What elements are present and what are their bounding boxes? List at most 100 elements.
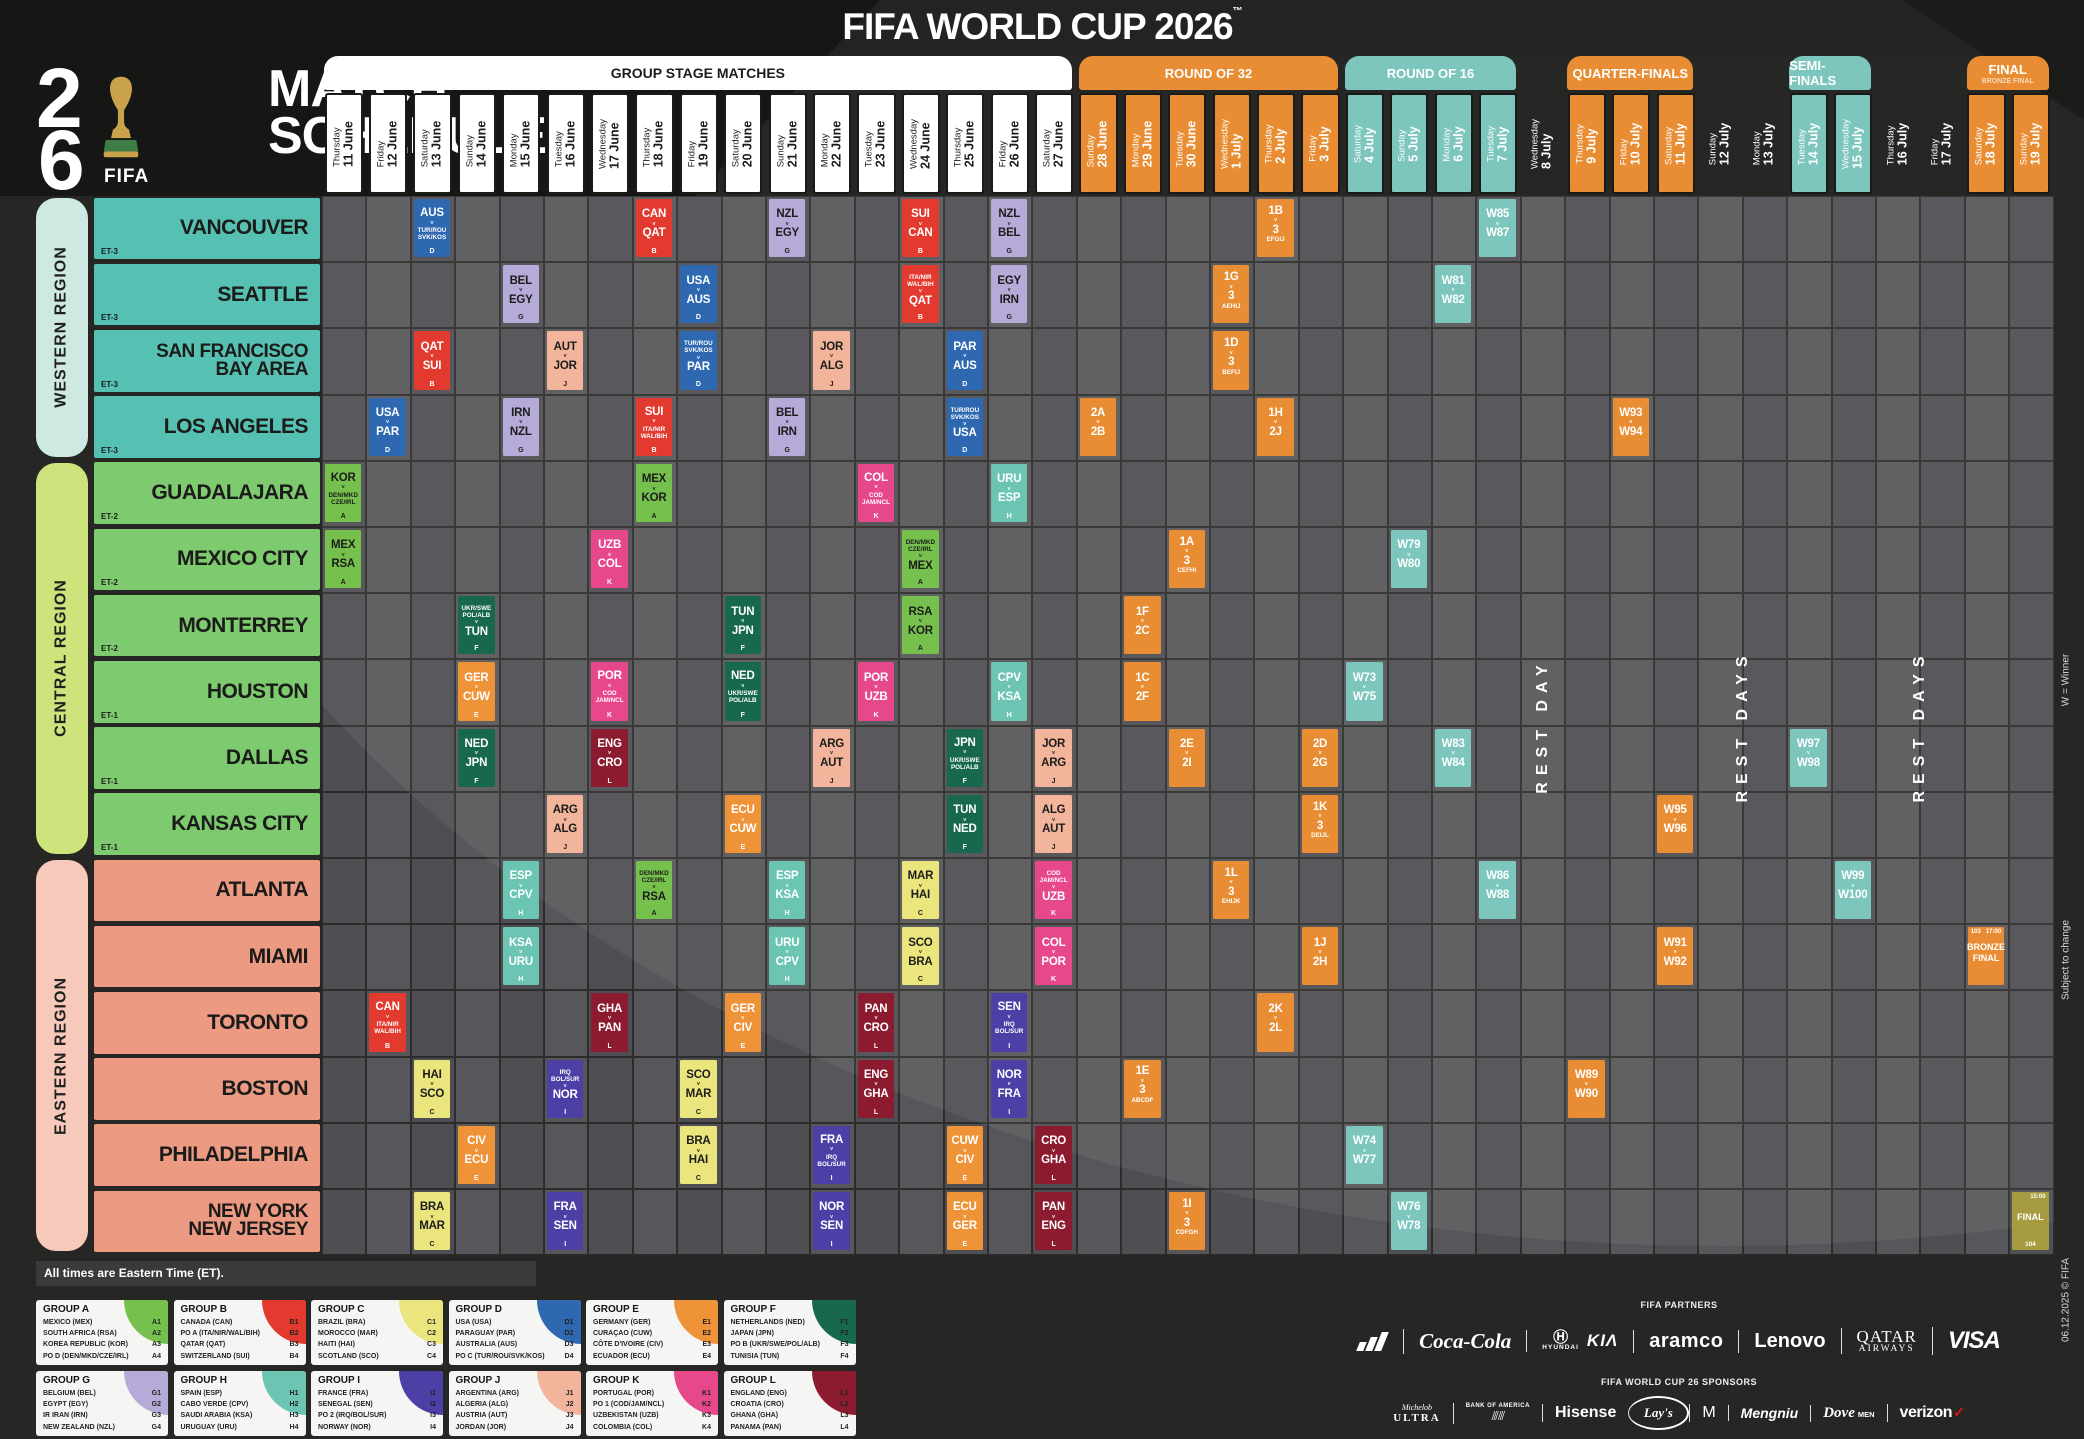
legend-team-row: EGYPT (EGY)G2 [43,1399,161,1410]
legend-team-row: PO D (DEN/MKD/CZE/IRL)A4 [43,1351,161,1362]
legend-team-row: MOROCCO (MAR)C2 [318,1328,436,1339]
match-cell-seattle-15-June: BELvEGYG [503,265,539,323]
et-offset-label: ET-1 [101,843,118,852]
city-label-toronto: TORONTO [94,992,320,1054]
legend-team-row: ARGENTINA (ARG)J1 [456,1388,574,1399]
legend-team-row: ALGERIA (ALG)J2 [456,1399,574,1410]
date-header-30-june: Tuesday30 June [1168,93,1206,194]
region-pill-eastern: EASTERN REGION [36,860,88,1251]
qatar-airways-logo: QATARAIRWAYS [1841,1328,1932,1355]
city-label-dallas: DALLASET-1 [94,727,320,789]
legend-team-row: QATAR (QAT)B3 [181,1339,299,1350]
city-label-seattle: SEATTLEET-3 [94,264,320,326]
legend-team-row: GHANA (GHA)L3 [731,1410,849,1421]
date-header-21-june: Sunday21 June [769,93,807,194]
lenovo-logo: Lenovo [1738,1330,1840,1353]
date-header-8-july: Wednesday8 July [1523,93,1561,194]
match-cell-mexico-city-24-June: DEN/MKDCZE/IRLvMEXA [902,530,938,588]
match-cell-boston-29-June: 1Ev3ABCDF [1124,1060,1160,1118]
match-cell-kansas-city-27-June: ALGvAUTJ [1035,795,1071,853]
date-header-25-june: Thursday25 June [946,93,984,194]
logo-fifa-text: FIFA [104,166,149,188]
note-winner: W = Winner [2061,654,2072,707]
legend-team-row: PARAGUAY (PAR)D2 [456,1328,574,1339]
hyundai-kia-logo: ⒽHYUNDAIKIΛ [1526,1330,1633,1352]
match-cell-guadalajara-18-June: MEXvKORA [636,464,672,522]
legend-team-row: USA (USA)D1 [456,1317,574,1328]
match-cell-houston-26-June: CPVvKSAH [991,662,1027,720]
legend-card-group-i: GROUP IFRANCE (FRA)I1SENEGAL (SEN)I2PO 2… [311,1371,443,1436]
date-header-11-july: Saturday11 July [1657,93,1695,194]
match-cell-toronto-12-June: CANvITA/NIRWAL/BIHB [369,993,405,1051]
match-cell-atlanta-27-June: CODJAM/NCLvUZBK [1035,861,1071,919]
date-header-13-july: Monday13 July [1745,93,1783,194]
match-cell-toronto-2-July: 2Kv2L [1257,993,1293,1051]
bank-of-america-logo: BANK OF AMERICA⫻⫻ [1453,1403,1542,1424]
legend-team-row: JORDAN (JOR)J4 [456,1422,574,1433]
match-cell-new-york-new-jersey-13-June: BRAvMARC [414,1192,450,1250]
match-cell-toronto-23-June: PANvCROL [858,993,894,1051]
match-cell-philadelphia-22-June: FRAvIRQBOL/SURI [813,1126,849,1184]
legend-team-row: CROATIA (CRO)L2 [731,1399,849,1410]
legend-card-group-l: GROUP LENGLAND (ENG)L1CROATIA (CRO)L2GHA… [724,1371,856,1436]
legend-team-row: FRANCE (FRA)I1 [318,1388,436,1399]
match-cell-new-york-new-jersey-16-June: FRAvSENI [547,1192,583,1250]
city-label-new-york-new-jersey: NEW YORKNEW JERSEY [94,1191,320,1253]
match-cell-atlanta-21-June: ESPvKSAH [769,861,805,919]
legend-card-group-k: GROUP KPORTUGAL (POR)K1PO 1 (COD/JAM/NCL… [586,1371,718,1436]
legend-team-row: BRAZIL (BRA)C1 [318,1317,436,1328]
legend-team-row: HAITI (HAI)C3 [318,1339,436,1350]
date-header-27-june: Saturday27 June [1035,93,1073,194]
match-cell-toronto-17-June: GHAvPANL [591,993,627,1051]
city-label-vancouver: VANCOUVERET-3 [94,198,320,260]
legend-team-row: GERMANY (GER)E1 [593,1317,711,1328]
legend-team-row: PO B (UKR/SWE/POL/ALB)F3 [731,1339,849,1350]
phase-band-sf: SEMI-FINALS [1789,56,1871,90]
match-cell-toronto-26-June: SENvIRQBOL/SURI [991,993,1027,1051]
match-cell-new-york-new-jersey-30-June: 1Iv3CDFGH [1169,1192,1205,1250]
match-cell-san-francisco-bay-area-22-June: JORvALGJ [813,331,849,389]
date-header-20-june: Saturday20 June [724,93,762,194]
lays-logo: Lay's [1628,1396,1689,1430]
legend-team-row: JAPAN (JPN)F2 [731,1328,849,1339]
match-schedule-poster: { "header": {"title": "FIFA WORLD CUP 20… [0,0,2084,1439]
match-cell-mexico-city-30-June: 1Av3CEFHI [1169,530,1205,588]
match-cell-philadelphia-27-June: CROvGHAL [1035,1126,1071,1184]
match-cell-dallas-17-June: ENGvCROL [591,729,627,787]
rest-label: REST DAY [1534,658,1552,793]
match-cell-los-angeles-2-July: 1Hv2J [1257,398,1293,456]
match-cell-boston-19-June: SCOvMARC [680,1060,716,1118]
match-cell-san-francisco-bay-area-25-June: PARvAUSD [947,331,983,389]
match-cell-kansas-city-11-July: W95vW96 [1657,795,1693,853]
match-cell-toronto-20-June: GERvCIVE [725,993,761,1051]
match-cell-vancouver-7-July: W85vW87 [1479,199,1515,257]
city-label-monterrey: MONTERREYET-2 [94,595,320,657]
match-cell-kansas-city-3-July: 1Kv3DEIJL [1302,795,1338,853]
match-cell-atlanta-7-July: W86vW88 [1479,861,1515,919]
match-cell-dallas-27-June: JORvARGJ [1035,729,1071,787]
legend-team-row: AUSTRALIA (AUS)D3 [456,1339,574,1350]
date-header-2-july: Thursday2 July [1257,93,1295,194]
match-cell-philadelphia-19-June: BRAvHAIC [680,1126,716,1184]
legend-card-group-b: GROUP BCANADA (CAN)B1PO A (ITA/NIR/WAL/B… [174,1300,306,1365]
et-offset-label: ET-2 [101,578,118,587]
coca-cola-logo: Coca-Cola [1403,1329,1526,1354]
match-cell-atlanta-15-June: ESPvCPVH [503,861,539,919]
legend-team-row: NETHERLANDS (NED)F1 [731,1317,849,1328]
date-header-29-june: Monday29 June [1124,93,1162,194]
wc26-sponsors-row: MichelobULTRABANK OF AMERICA⫻⫻HisenseLay… [1284,1390,2074,1436]
phase-band-group: GROUP STAGE MATCHES [324,56,1072,90]
date-header-4-july: Saturday4 July [1346,93,1384,194]
match-cell-houston-20-June: NEDvUKR/SWEPOL/ALBF [725,662,761,720]
legend-team-row: CURAÇAO (CUW)E2 [593,1328,711,1339]
match-cell-san-francisco-bay-area-19-June: TUR/ROUSVK/KOSvPARD [680,331,716,389]
verizon-logo: verizon✓ [1887,1404,1977,1422]
date-header-11-june: Thursday11 June [325,93,363,194]
date-header-17-july: Friday17 July [1923,93,1961,194]
fifa-partners-row: Coca-ColaⒽHYUNDAIKIΛaramcoLenovoQATARAIR… [1284,1315,2074,1367]
match-cell-new-york-new-jersey-19-July: 15:00FINAL104 [2012,1192,2048,1250]
match-cell-los-angeles-10-July: W93vW94 [1613,398,1649,456]
match-cell-dallas-6-July: W83vW84 [1435,729,1471,787]
match-cell-philadelphia-14-June: CIVvECUE [458,1126,494,1184]
legend-card-group-c: GROUP CBRAZIL (BRA)C1MOROCCO (MAR)C2HAIT… [311,1300,443,1365]
